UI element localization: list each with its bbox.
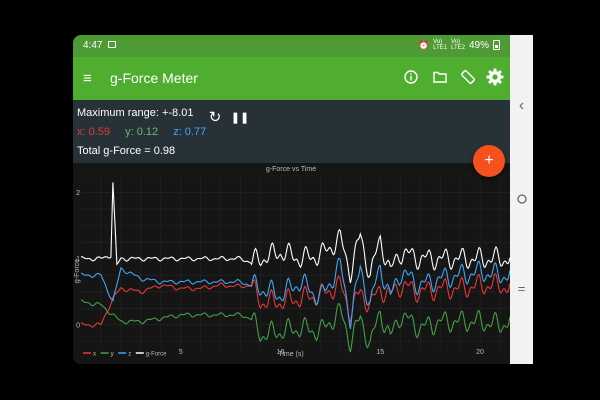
signal-lte2: Vo) LTE2 <box>451 39 465 51</box>
signal-lte1: Vo) LTE1 <box>433 39 448 51</box>
x-tick-label: 10 <box>277 349 285 356</box>
clock: 4:47 <box>83 40 103 51</box>
y-tick-label: 1 <box>76 256 80 263</box>
x-tick-label: 15 <box>376 349 384 356</box>
system-nav-bar: ‹ = <box>510 35 533 364</box>
max-range-label: Maximum range: +-8.01 <box>77 107 194 119</box>
y-tick-label: 2 <box>76 190 80 197</box>
legend-label-g-Force: g-Force <box>146 352 167 358</box>
legend-label-x: x <box>93 352 96 358</box>
x-value: x: 0.59 <box>77 126 111 138</box>
z-value: z: 0.77 <box>173 126 207 138</box>
info-icon[interactable] <box>401 67 421 87</box>
y-tick-label: 0 <box>76 322 80 329</box>
legend-label-y: y <box>111 352 114 358</box>
screen-record-icon <box>108 41 116 48</box>
app-title: g-Force Meter <box>110 70 198 86</box>
pause-icon[interactable]: ❚❚ <box>231 108 249 126</box>
x-tick-label: 5 <box>179 349 183 356</box>
chart-title: g-Force vs Time <box>266 166 316 173</box>
alarm-icon: ⏰ <box>417 39 430 50</box>
status-bar: 4:47 ⏰ Vo) LTE1 Vo) LTE2 49% <box>73 35 510 57</box>
app-bar: ≡ g-Force Meter <box>73 57 510 100</box>
readout-panel: Maximum range: +-8.01 x: 0.59 y: 0.12 z:… <box>73 100 510 163</box>
folder-icon[interactable] <box>430 67 450 87</box>
x-tick-label: 20 <box>476 349 484 356</box>
legend-label-z: z <box>128 352 131 358</box>
axis-readout: x: 0.59 y: 0.12 z: 0.77 <box>77 126 206 138</box>
home-nav-icon[interactable] <box>510 191 533 209</box>
refresh-icon[interactable]: ↻ <box>206 108 224 126</box>
phone-screen: 4:47 ⏰ Vo) LTE1 Vo) LTE2 49% ≡ g-Force M… <box>73 35 510 364</box>
battery-text: 49% <box>468 39 489 51</box>
recents-nav-icon[interactable]: = <box>510 281 533 296</box>
settings-icon[interactable] <box>485 67 505 87</box>
total-gforce-label: Total g-Force = 0.98 <box>77 145 176 157</box>
screen-rotation-icon[interactable] <box>458 67 478 87</box>
y-value: y: 0.12 <box>125 126 159 138</box>
battery-icon <box>493 40 500 50</box>
gforce-chart: g-Force vs Time g-Force Time (s) 5 10 15 20… <box>73 163 510 364</box>
back-nav-icon[interactable]: ‹ <box>510 97 533 115</box>
add-fab-button[interactable]: + <box>473 145 505 177</box>
menu-icon[interactable]: ≡ <box>83 70 92 87</box>
